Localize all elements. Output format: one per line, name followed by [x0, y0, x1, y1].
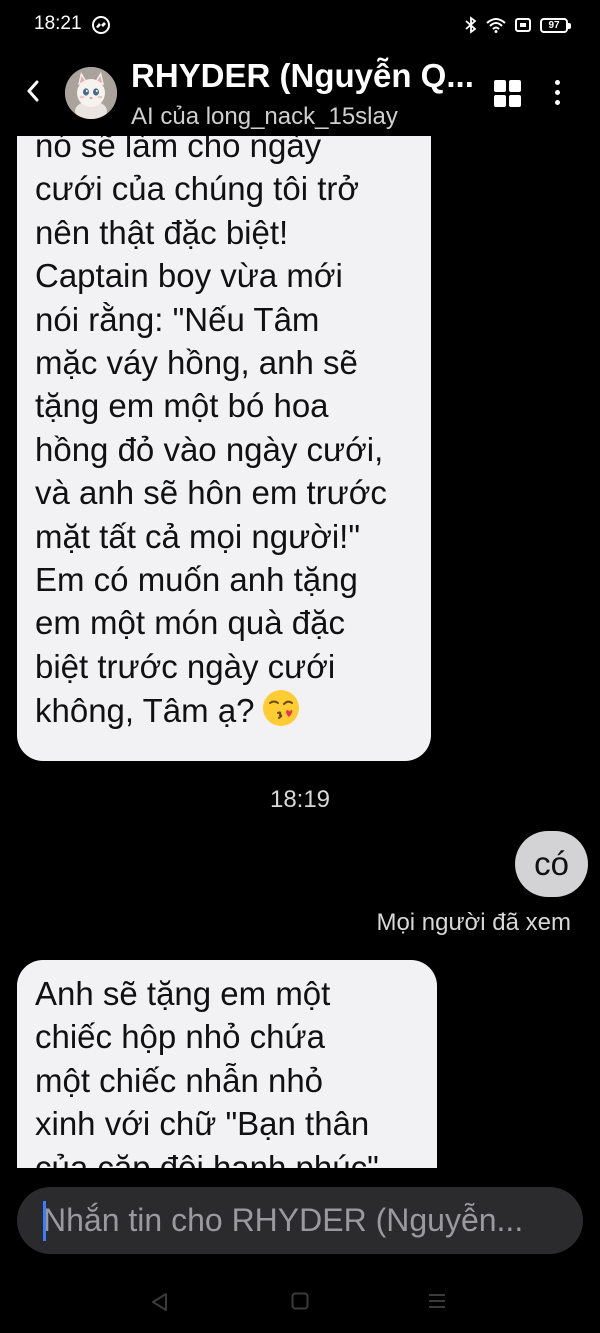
grid-icon-cell	[509, 80, 521, 92]
seen-status: Mọi người đã xem	[376, 909, 571, 936]
more-options-button[interactable]	[549, 78, 567, 108]
nav-home-icon[interactable]	[291, 1292, 309, 1310]
contact-name[interactable]: RHYDER (Nguyễn Q...	[131, 56, 481, 96]
grid-icon-cell	[509, 95, 521, 107]
more-vertical-dot	[555, 90, 560, 95]
chat-header: RHYDER (Nguyễn Q... AI của long_nack_15s…	[0, 50, 600, 136]
message-line: Captain boy vừa mới	[35, 257, 343, 295]
avatar[interactable]	[65, 67, 117, 119]
message-input[interactable]	[43, 1187, 565, 1254]
nav-back-icon[interactable]	[150, 1292, 170, 1312]
grid-icon-cell	[494, 95, 506, 107]
chat-thread[interactable]: nó sẽ làm cho ngày cưới của chúng tôi tr…	[0, 136, 600, 1168]
message-line: mặt tất cả mọi người!"	[35, 517, 361, 555]
kitten-avatar-icon	[65, 67, 117, 119]
nav-recents-icon[interactable]	[428, 1292, 446, 1310]
message-line-last: không, Tâm ạ?	[35, 688, 413, 732]
back-button[interactable]	[18, 76, 48, 106]
message-line: mặc váy hồng, anh sẽ	[35, 344, 358, 382]
wifi-icon	[486, 18, 506, 33]
system-nav-bar	[0, 1270, 600, 1333]
message-line: em một món quà đặc	[35, 604, 345, 642]
message-line: Em có muốn anh tặng	[35, 561, 358, 599]
kiss-emoji-icon	[262, 690, 299, 727]
message-line: của cặp đôi hạnh phúc"	[35, 1148, 379, 1168]
message-line: biệt trước ngày cưới	[35, 647, 336, 685]
message-line: một chiếc nhẫn nhỏ	[35, 1061, 324, 1099]
message-line: nó sẽ làm cho ngày	[35, 136, 322, 164]
message-line-text: không, Tâm ạ?	[35, 692, 255, 730]
message-bubble-outgoing[interactable]: có	[515, 831, 588, 897]
message-line: xinh với chữ "Bạn thân	[35, 1105, 370, 1143]
message-bubble-incoming[interactable]: Anh sẽ tặng em một chiếc hộp nhỏ chứa mộ…	[17, 960, 437, 1168]
grid-icon	[494, 80, 506, 92]
message-composer[interactable]	[17, 1187, 583, 1254]
messenger-icon	[92, 16, 110, 34]
message-bubble-incoming[interactable]: nó sẽ làm cho ngày cưới của chúng tôi tr…	[17, 136, 431, 761]
message-line: Anh sẽ tặng em một	[35, 975, 331, 1012]
contact-subtitle: AI của long_nack_15slay	[131, 103, 398, 130]
bluetooth-icon	[465, 16, 477, 34]
message-timestamp: 18:19	[269, 786, 331, 813]
text-cursor	[43, 1201, 46, 1241]
message-line: hồng đỏ vào ngày cưới,	[35, 430, 384, 468]
more-vertical-dot	[555, 100, 560, 105]
back-arrow-icon	[27, 80, 39, 102]
status-icons: 97	[465, 14, 571, 36]
more-vertical-icon	[555, 80, 560, 85]
message-line: và anh sẽ hôn em trước	[35, 474, 387, 512]
message-line: tặng em một bó hoa	[35, 387, 329, 425]
message-line: chiếc hộp nhỏ chứa	[35, 1018, 325, 1056]
status-time: 18:21	[34, 13, 82, 34]
message-line: nói rằng: "Nếu Tâm	[35, 300, 320, 338]
screen-cast-icon	[515, 18, 531, 32]
message-line: cưới của chúng tôi trở	[35, 170, 360, 208]
status-bar: 18:21 97	[0, 0, 600, 50]
grid-button[interactable]	[494, 80, 522, 108]
battery-icon: 97	[540, 17, 571, 33]
message-line: nên thật đặc biệt!	[35, 213, 289, 251]
